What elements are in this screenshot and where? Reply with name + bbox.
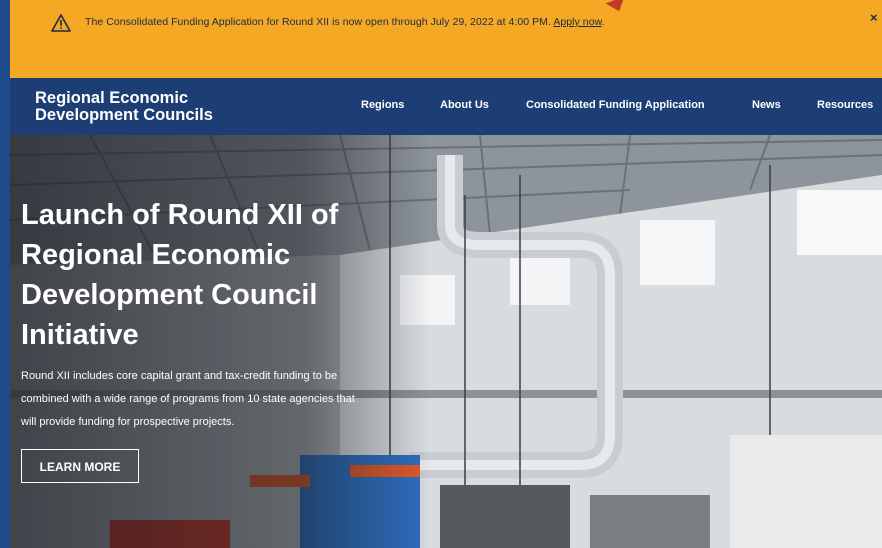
hero-title: Launch of Round XII of Regional Economic…	[21, 199, 339, 351]
main-nav: Regions About Us Consolidated Funding Ap…	[10, 99, 882, 115]
apply-now-link[interactable]: Apply now	[553, 16, 601, 28]
nav-item-consolidated-funding-application[interactable]: Consolidated Funding Application	[526, 99, 705, 111]
nav-item-regions[interactable]: Regions	[361, 99, 404, 111]
alert-message-text: The Consolidated Funding Application for…	[85, 16, 551, 28]
learn-more-button[interactable]: LEARN MORE	[21, 449, 139, 483]
alert-close-button[interactable]: ×	[870, 10, 882, 25]
browser-viewport: The Consolidated Funding Application for…	[0, 0, 882, 548]
nav-item-resources[interactable]: Resources	[817, 99, 873, 111]
warning-triangle-icon	[51, 14, 71, 32]
hero-section: Launch of Round XII of Regional Economic…	[10, 135, 882, 548]
site-header: Regional Economic Development Councils R…	[10, 78, 882, 135]
alert-message: The Consolidated Funding Application for…	[85, 16, 605, 28]
page-left-edge	[0, 0, 10, 548]
nav-item-about-us[interactable]: About Us	[440, 99, 489, 111]
hero-description: Round XII includes core capital grant an…	[21, 370, 355, 428]
alert-period: .	[601, 16, 605, 28]
alert-banner: The Consolidated Funding Application for…	[10, 0, 882, 78]
nav-item-news[interactable]: News	[752, 99, 781, 111]
